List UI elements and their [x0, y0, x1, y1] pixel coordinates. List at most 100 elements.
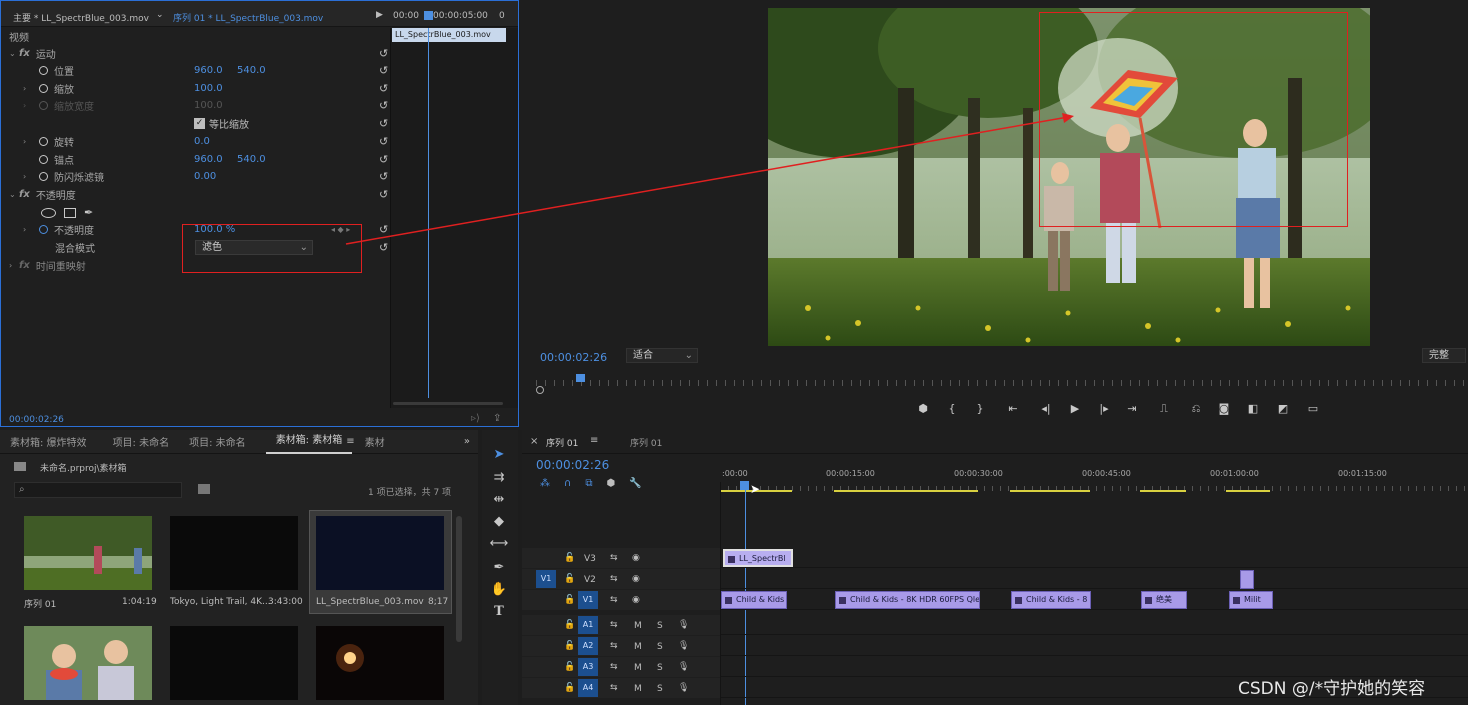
mark-out-icon[interactable]: } — [966, 402, 994, 420]
mute-button[interactable]: M — [634, 684, 642, 694]
lock-icon[interactable]: 🔓 — [564, 662, 575, 672]
position-x-value[interactable]: 960.0 — [194, 65, 223, 76]
rectangle-mask-icon[interactable] — [64, 207, 76, 218]
sync-lock-icon[interactable]: ⇆ — [610, 683, 618, 693]
chevron-right-icon[interactable]: › — [23, 84, 33, 93]
program-timecode[interactable]: 00:00:02:26 — [540, 351, 607, 364]
media-thumb-tokyo[interactable] — [170, 516, 298, 590]
position-y-value[interactable]: 540.0 — [237, 65, 266, 76]
solo-button[interactable]: S — [657, 642, 663, 652]
anchor-y-value[interactable]: 540.0 — [237, 154, 266, 165]
scrub-ruler[interactable] — [536, 380, 1468, 386]
tab-sequence-active[interactable]: 序列 01 — [546, 436, 578, 449]
timeline-timecode[interactable]: 00:00:02:26 — [536, 458, 609, 472]
media-thumb-dark[interactable] — [170, 626, 298, 700]
nest-icon[interactable]: ⁂ — [540, 478, 550, 489]
sequence-clip-label[interactable]: 序列 01 * LL_SpectrBlue_003.mov — [173, 11, 323, 24]
chevron-right-icon[interactable]: › — [9, 261, 19, 270]
tab-project-1[interactable]: 项目: 未命名 — [97, 434, 180, 449]
tab-sequence[interactable]: 序列 01 — [630, 436, 662, 449]
solo-button[interactable]: S — [657, 621, 663, 631]
tab-bin-effects[interactable]: 素材箱: 爆炸特效 — [0, 434, 97, 449]
clip-v1[interactable]: 绝美 — [1141, 591, 1187, 609]
clip-v1[interactable]: Child & Kids — [721, 591, 787, 609]
media-thumb-spectrblue[interactable] — [316, 516, 444, 590]
sync-lock-icon[interactable]: ⇆ — [610, 595, 618, 605]
mark-in-icon[interactable]: { — [938, 402, 966, 420]
filter-icon[interactable]: ▹⟩ — [471, 413, 480, 424]
time-ruler[interactable]: :00:00 00:00:15:00 00:00:30:00 00:00:45:… — [720, 464, 1468, 496]
stopwatch-icon[interactable] — [39, 84, 48, 93]
extract-icon[interactable]: ⎌ — [1182, 402, 1210, 420]
mute-button[interactable]: M — [634, 663, 642, 673]
lock-icon[interactable]: 🔓 — [564, 574, 575, 584]
fit-select[interactable]: 适合 ⌄ — [626, 348, 698, 363]
ripple-edit-icon[interactable]: ⇹ — [489, 492, 509, 510]
stopwatch-icon[interactable] — [39, 66, 48, 75]
chevron-right-icon[interactable]: › — [23, 137, 33, 146]
clip-v3[interactable]: LL_SpectrBl — [723, 549, 793, 567]
opacity-group-row[interactable]: ⌄ fx 不透明度 ↺ — [9, 186, 389, 203]
scale-value[interactable]: 100.0 — [194, 83, 223, 94]
rotation-value[interactable]: 0.0 — [194, 136, 210, 147]
eye-icon[interactable]: ◉ — [632, 553, 640, 563]
lift-icon[interactable]: ⎍ — [1146, 402, 1182, 420]
microphone-icon[interactable]: 🎙 — [678, 662, 689, 672]
fx-current-time[interactable]: 00:00:02:26 — [9, 415, 64, 425]
clip-v1[interactable]: Child & Kids - 8K HDR 60FPS Qled — [835, 591, 980, 609]
chevron-right-icon[interactable]: › — [23, 172, 33, 181]
playhead-marker[interactable] — [576, 374, 585, 382]
lock-icon[interactable]: 🔓 — [564, 641, 575, 651]
type-tool-icon[interactable]: T — [489, 604, 509, 622]
hand-icon[interactable]: ✋ — [489, 582, 509, 600]
play-triangle-icon[interactable]: ▶ — [376, 10, 383, 20]
track-target-v1[interactable]: V1 — [578, 591, 598, 609]
slip-icon[interactable]: ⟷ — [489, 536, 509, 554]
more-tabs-icon[interactable]: » — [464, 436, 478, 447]
search-input[interactable]: ⌕ — [14, 482, 182, 498]
lock-icon[interactable]: 🔓 — [564, 620, 575, 630]
playhead-marker[interactable] — [424, 11, 433, 20]
camera-icon[interactable]: ◙ — [1210, 402, 1238, 420]
microphone-icon[interactable]: 🎙 — [678, 683, 689, 693]
sync-lock-icon[interactable]: ⇆ — [610, 641, 618, 651]
compare-icon[interactable]: ◧ — [1238, 402, 1268, 420]
razor-icon[interactable]: ◆ — [489, 514, 509, 532]
close-icon[interactable]: × — [530, 436, 538, 447]
zoom-scrollbar[interactable] — [393, 402, 503, 405]
ellipse-mask-icon[interactable] — [41, 207, 56, 218]
panel-menu-icon[interactable]: ≡ — [590, 435, 598, 446]
solo-button[interactable]: S — [657, 663, 663, 673]
quality-select[interactable]: 完整 — [1422, 348, 1466, 363]
linked-selection-icon[interactable]: ⧉ — [585, 478, 592, 489]
motion-row[interactable]: ⌄ fx 运动 ↺ — [9, 45, 389, 62]
panel-menu-icon[interactable]: ≡ — [346, 436, 354, 447]
stopwatch-icon[interactable] — [39, 137, 48, 146]
chevron-down-icon[interactable]: ⌄ — [9, 49, 19, 58]
chevron-right-icon[interactable]: › — [23, 225, 33, 234]
lock-icon[interactable]: 🔓 — [564, 595, 575, 605]
marker-icon[interactable]: ⬢ — [908, 402, 938, 420]
pen-mask-icon[interactable]: ✒ — [84, 206, 93, 219]
eye-icon[interactable]: ◉ — [632, 595, 640, 605]
go-to-in-icon[interactable]: ⇤ — [994, 402, 1032, 420]
snap-icon[interactable]: ∩ — [564, 478, 571, 489]
source-clip-label[interactable]: 主要 * LL_SpectrBlue_003.mov — [13, 11, 149, 24]
microphone-icon[interactable]: 🎙 — [678, 620, 689, 630]
chevron-down-icon[interactable]: ⌄ — [156, 10, 164, 20]
chevron-down-icon[interactable]: ⌄ — [9, 190, 19, 199]
safe-margins-icon[interactable]: ▭ — [1298, 402, 1328, 420]
new-bin-icon[interactable] — [198, 484, 210, 494]
clip-v1[interactable]: Child & Kids - 8 — [1011, 591, 1091, 609]
anchor-x-value[interactable]: 960.0 — [194, 154, 223, 165]
sync-lock-icon[interactable]: ⇆ — [610, 553, 618, 563]
lock-icon[interactable]: 🔓 — [564, 683, 575, 693]
stopwatch-icon[interactable] — [39, 172, 48, 181]
clip-v1[interactable]: Milit — [1229, 591, 1273, 609]
clip-v2[interactable] — [1240, 570, 1254, 589]
step-forward-icon[interactable]: |▸ — [1090, 402, 1118, 420]
track-target-a2[interactable]: A2 — [578, 637, 598, 655]
tab-bin-main[interactable]: 素材箱: 素材箱 — [265, 430, 353, 454]
source-patch-v1[interactable]: V1 — [536, 570, 556, 588]
track-target-a3[interactable]: A3 — [578, 658, 598, 676]
